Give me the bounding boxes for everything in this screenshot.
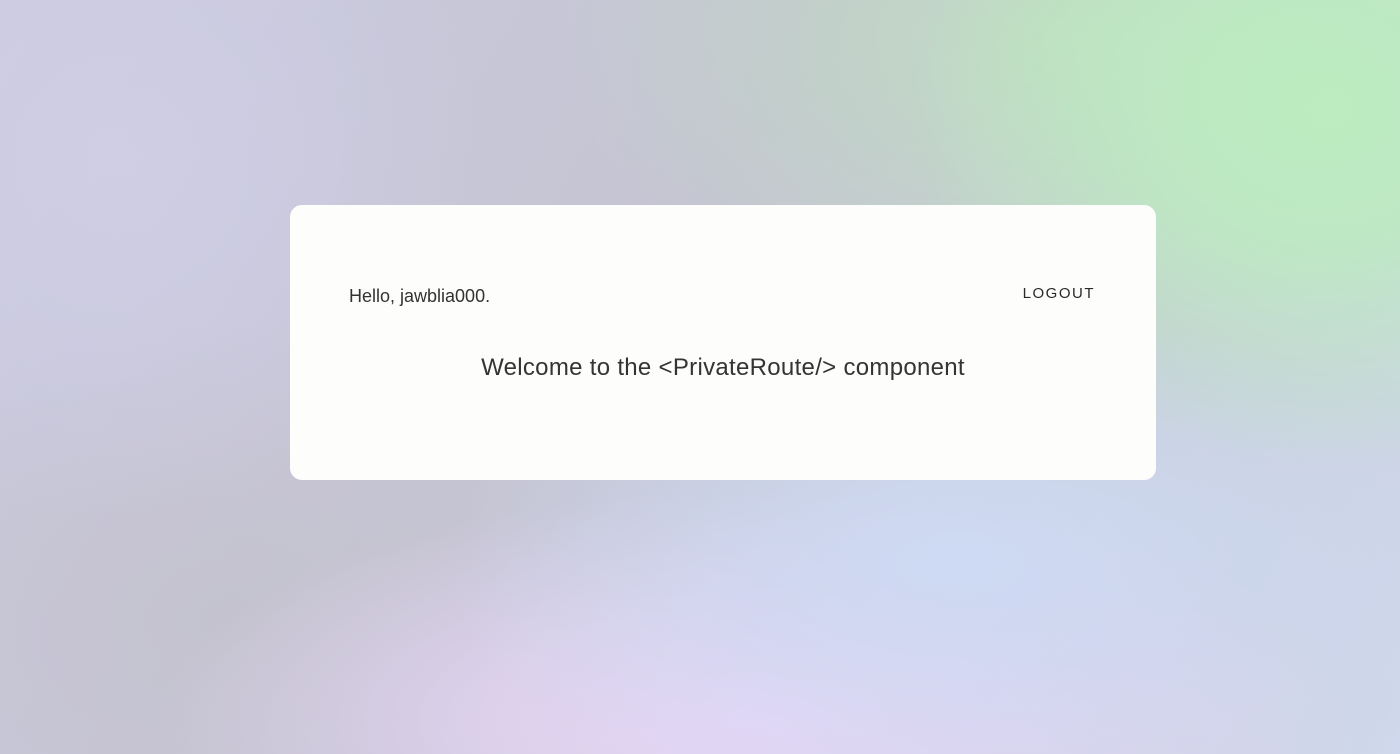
private-route-card: Hello, jawblia000. LOGOUT Welcome to the… — [290, 205, 1156, 480]
welcome-message: Welcome to the <PrivateRoute/> component — [481, 354, 965, 381]
logout-button[interactable]: LOGOUT — [1023, 284, 1095, 304]
user-greeting: Hello, jawblia000. — [349, 286, 491, 306]
